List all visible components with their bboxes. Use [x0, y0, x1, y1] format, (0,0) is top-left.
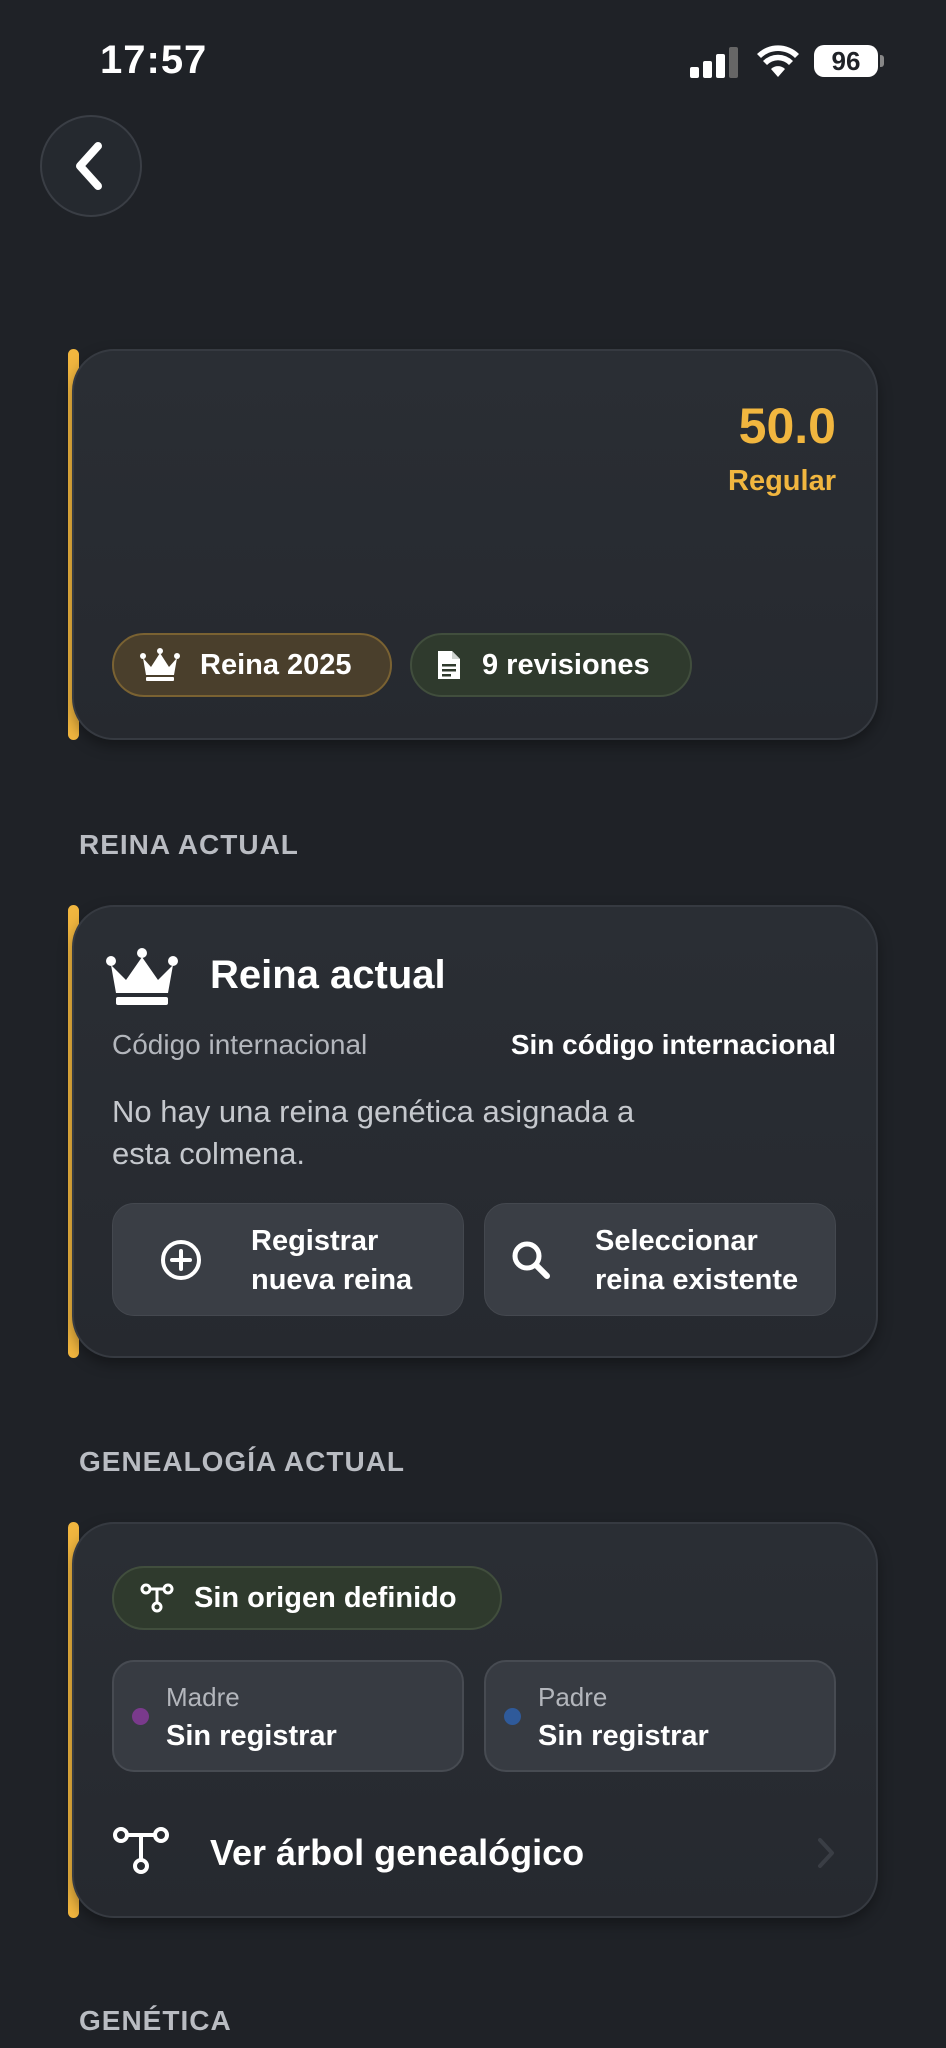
score-value: 50.0 — [738, 398, 836, 454]
back-button[interactable] — [40, 115, 142, 217]
father-dot — [504, 1708, 521, 1725]
no-queen-message-line1: No hay una reina genética asignada a — [112, 1094, 635, 1129]
queen-year-badge: Reina 2025 — [112, 633, 392, 697]
origin-badge: Sin origen definido — [112, 1566, 502, 1630]
mother-label: Madre — [166, 1682, 240, 1712]
mother-value: Sin registrar — [166, 1720, 337, 1752]
document-icon — [438, 651, 460, 679]
code-value: Sin código internacional — [510, 1029, 836, 1060]
cellular-signal-icon — [690, 46, 740, 78]
genealogy-card: Sin origen definido Madre Sin registrar … — [72, 1522, 878, 1918]
genetics-section-heading: GENÉTICA — [79, 2005, 232, 2036]
queen-card-title: Reina actual — [210, 953, 446, 997]
select-queen-label: Seleccionar reina existente — [595, 1222, 798, 1300]
genealogy-section-heading: GENEALOGÍA ACTUAL — [79, 1446, 406, 1477]
revisions-label: 9 revisiones — [482, 648, 650, 681]
no-queen-message-line2: esta colmena. — [112, 1136, 305, 1171]
plus-circle-icon — [161, 1240, 201, 1280]
father-box[interactable]: Padre Sin registrar — [484, 1660, 836, 1772]
tree-icon — [140, 1583, 174, 1613]
view-tree-label: Ver árbol genealógico — [210, 1832, 585, 1873]
crown-icon — [106, 948, 178, 1005]
father-value: Sin registrar — [538, 1720, 709, 1752]
code-label: Código internacional — [112, 1029, 368, 1060]
summary-card: 50.0 Regular Reina 2025 9 revisiones — [72, 349, 878, 740]
score-label: Regular — [728, 465, 836, 497]
father-label: Padre — [538, 1682, 608, 1712]
origin-badge-label: Sin origen definido — [194, 1581, 457, 1614]
battery-tip — [880, 55, 884, 67]
mother-dot — [132, 1708, 149, 1725]
queen-year-label: Reina 2025 — [200, 648, 352, 681]
tree-icon — [113, 1827, 169, 1874]
chevron-right-icon — [818, 1838, 834, 1868]
select-queen-button[interactable]: Seleccionar reina existente — [484, 1203, 836, 1316]
register-queen-label-line2: nueva reina — [251, 1264, 413, 1296]
register-queen-label-line1: Registrar — [251, 1225, 379, 1257]
crown-icon — [140, 648, 180, 681]
search-icon — [512, 1241, 550, 1279]
status-time: 17:57 — [100, 38, 208, 82]
revisions-badge: 9 revisiones — [410, 633, 692, 697]
select-queen-label-line1: Seleccionar — [595, 1225, 758, 1257]
wifi-icon — [757, 45, 799, 77]
battery-indicator: 96 — [814, 45, 878, 77]
queen-card: Reina actual Código internacional Sin có… — [72, 905, 878, 1358]
register-queen-label: Registrar nueva reina — [251, 1222, 412, 1300]
mother-box[interactable]: Madre Sin registrar — [112, 1660, 464, 1772]
view-tree-row[interactable]: Ver árbol genealógico — [74, 1814, 876, 1894]
queen-section-heading: REINA ACTUAL — [79, 829, 299, 860]
no-queen-message: No hay una reina genética asignada a est… — [112, 1091, 634, 1175]
chevron-left-icon — [76, 142, 102, 190]
select-queen-label-line2: reina existente — [595, 1264, 799, 1296]
register-queen-button[interactable]: Registrar nueva reina — [112, 1203, 464, 1316]
